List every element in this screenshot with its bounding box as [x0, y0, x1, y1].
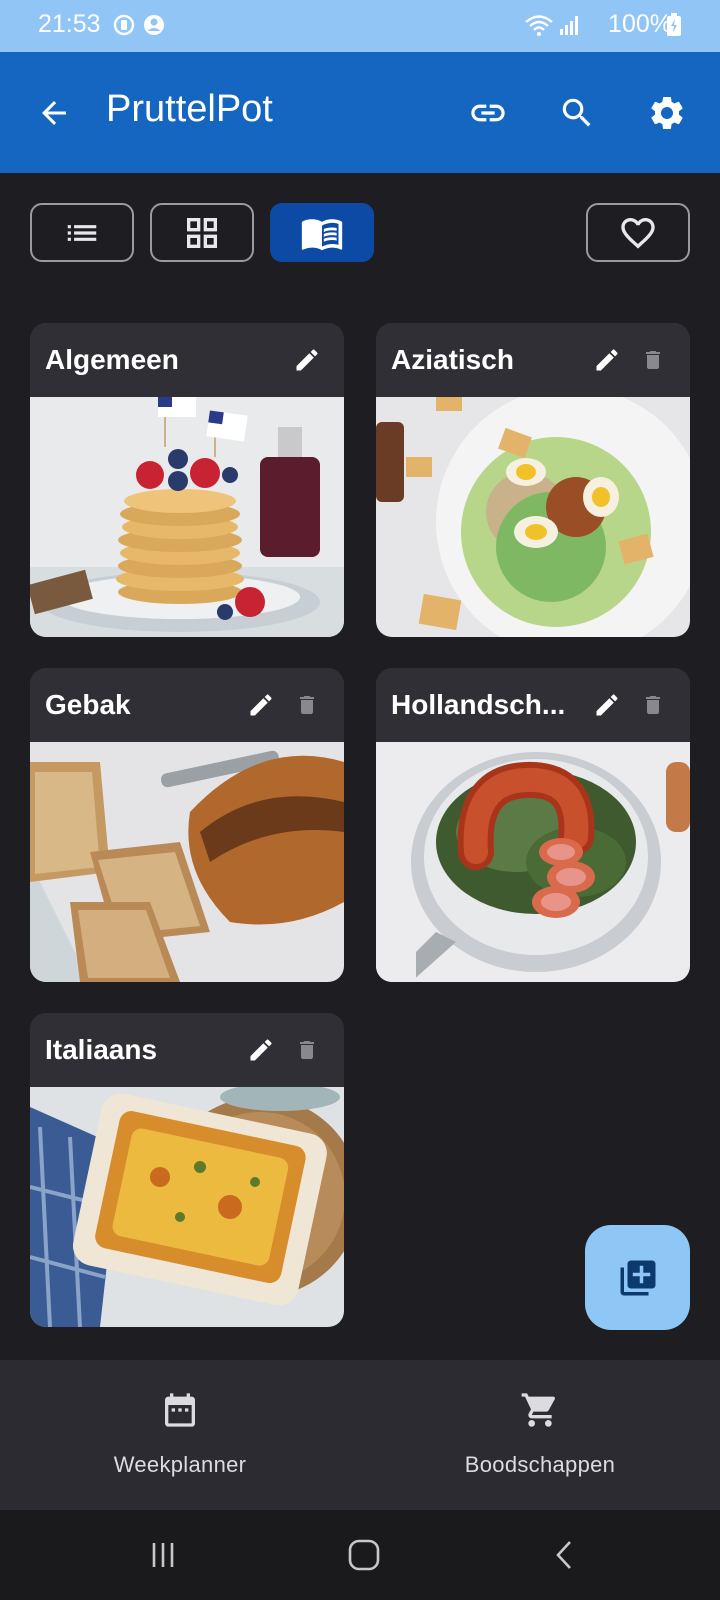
grid-icon: [187, 217, 217, 248]
heart-outline-icon: [621, 217, 655, 249]
home-button[interactable]: [341, 1532, 387, 1578]
nav-label-boodschappen: Boodschappen: [464, 1452, 616, 1477]
home-icon: [348, 1539, 380, 1571]
bottom-navigation: Weekplanner Boodschappen: [0, 1360, 720, 1510]
pencil-icon: [250, 694, 272, 716]
app-title: PruttelPot: [106, 88, 273, 130]
edit-button[interactable]: [246, 1035, 276, 1065]
banana-bread-photo: [30, 742, 344, 982]
kale-sausage-photo: [376, 742, 690, 982]
settings-button[interactable]: [639, 85, 695, 141]
search-button[interactable]: [549, 85, 605, 141]
card-title: Hollandsch...: [391, 689, 566, 720]
vibrate-icon: [113, 14, 135, 36]
delete-button[interactable]: [638, 345, 668, 375]
grid-view-toggle[interactable]: [150, 203, 254, 262]
category-card-algemeen[interactable]: Algemeen: [30, 323, 344, 637]
edit-button[interactable]: [292, 345, 322, 375]
recent-apps-button[interactable]: [140, 1532, 186, 1578]
card-title: Gebak: [45, 689, 131, 720]
account-icon: [144, 15, 164, 35]
card-title: Aziatisch: [391, 344, 514, 375]
trash-icon: [300, 696, 314, 714]
delete-button[interactable]: [292, 690, 322, 720]
book-view-toggle[interactable]: [270, 203, 374, 262]
card-header: Aziatisch: [376, 323, 690, 397]
pencil-icon: [596, 349, 618, 371]
nav-boodschappen[interactable]: Boodschappen: [360, 1360, 720, 1510]
trash-icon: [646, 696, 660, 714]
pencil-icon: [296, 349, 318, 371]
shopping-cart-icon: [521, 1393, 556, 1427]
card-header: Gebak: [30, 668, 344, 742]
book-open-icon: [301, 218, 343, 250]
category-card-aziatisch[interactable]: Aziatisch: [376, 323, 690, 637]
card-header: Hollandsch...: [376, 668, 690, 742]
battery-text: 100%: [608, 10, 672, 38]
back-button[interactable]: [26, 85, 82, 141]
recents-icon: [152, 1543, 174, 1567]
add-category-fab[interactable]: [585, 1225, 690, 1330]
card-header: Algemeen: [30, 323, 344, 397]
link-button[interactable]: [460, 85, 516, 141]
category-card-gebak[interactable]: Gebak: [30, 668, 344, 982]
trash-icon: [646, 351, 660, 369]
delete-button[interactable]: [292, 1035, 322, 1065]
search-icon: [562, 98, 591, 127]
edit-button[interactable]: [592, 345, 622, 375]
gear-icon: [651, 96, 683, 129]
pancakes-photo: [30, 397, 344, 637]
wifi-icon: [525, 15, 553, 36]
nav-label-weekplanner: Weekplanner: [113, 1452, 247, 1477]
list-view-toggle[interactable]: [30, 203, 134, 262]
card-title: Italiaans: [45, 1034, 158, 1065]
battery-charging-icon: [667, 13, 681, 36]
link-icon: [471, 104, 505, 122]
delete-button[interactable]: [638, 690, 668, 720]
favorites-toggle[interactable]: [586, 203, 690, 262]
calendar-icon: [165, 1393, 195, 1427]
status-time: 21:53: [38, 10, 101, 38]
signal-icon: [560, 16, 578, 35]
list-icon: [67, 224, 97, 241]
lasagna-photo: [30, 1087, 344, 1327]
pencil-icon: [250, 1039, 272, 1061]
pencil-icon: [596, 694, 618, 716]
card-title: Algemeen: [45, 344, 179, 375]
system-navigation-bar: [0, 1510, 720, 1600]
trash-icon: [300, 1041, 314, 1059]
chevron-left-icon: [556, 1541, 571, 1569]
edit-button[interactable]: [592, 690, 622, 720]
system-back-button[interactable]: [542, 1532, 588, 1578]
arrow-back-icon: [42, 101, 66, 125]
category-card-hollandsch[interactable]: Hollandsch...: [376, 668, 690, 982]
nav-weekplanner[interactable]: Weekplanner: [0, 1360, 360, 1510]
salad-photo: [376, 397, 690, 637]
edit-button[interactable]: [246, 690, 276, 720]
category-card-italiaans[interactable]: Italiaans: [30, 1013, 344, 1327]
app-bar: PruttelPot: [0, 52, 720, 173]
card-header: Italiaans: [30, 1013, 344, 1087]
status-bar: 21:53 100%: [0, 0, 720, 52]
add-library-icon: [620, 1260, 655, 1295]
